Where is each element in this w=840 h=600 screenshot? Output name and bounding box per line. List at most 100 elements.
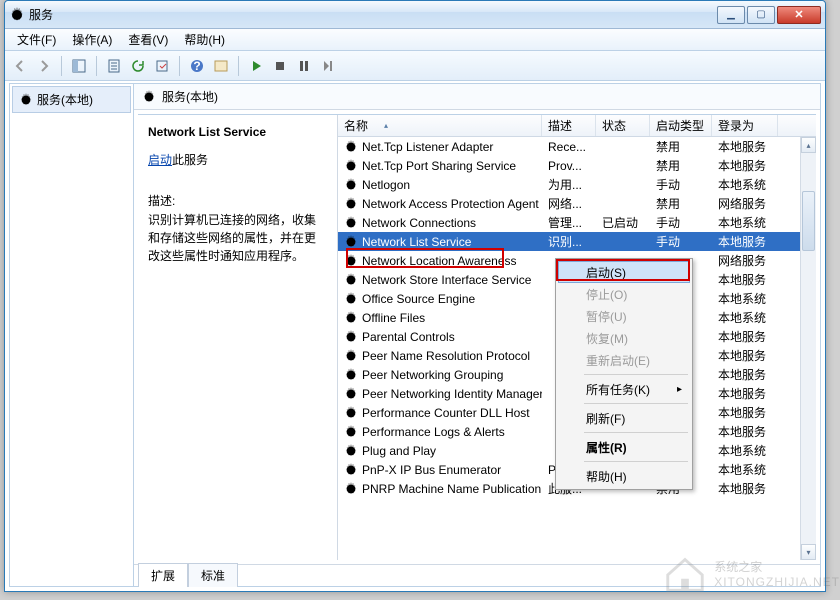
cell-logon: 本地服务 <box>712 366 778 383</box>
help-icon[interactable]: ? <box>186 55 208 77</box>
start-service-icon[interactable] <box>245 55 267 77</box>
tab-extended[interactable]: 扩展 <box>138 563 188 587</box>
restart-service-icon[interactable] <box>317 55 339 77</box>
cell-desc: 管理... <box>542 214 596 231</box>
scroll-thumb[interactable] <box>802 191 815 251</box>
cell-startup: 手动 <box>650 214 712 231</box>
ctx-pause[interactable]: 暂停(U) <box>558 305 690 327</box>
cell-logon: 本地服务 <box>712 138 778 155</box>
cell-name: Performance Counter DLL Host <box>362 406 530 420</box>
gear-icon <box>344 216 358 230</box>
gear-icon <box>344 463 358 477</box>
cell-logon: 本地服务 <box>712 480 778 497</box>
cell-logon: 本地服务 <box>712 385 778 402</box>
nav-back-icon[interactable] <box>9 55 31 77</box>
ctx-all-tasks[interactable]: 所有任务(K) <box>558 378 690 400</box>
gear-icon <box>344 368 358 382</box>
ctx-refresh[interactable]: 刷新(F) <box>558 407 690 429</box>
table-row[interactable]: Network Connections管理...已启动手动本地系统 <box>338 213 816 232</box>
table-row[interactable]: Network Access Protection Agent网络...禁用网络… <box>338 194 816 213</box>
scroll-down-icon[interactable]: ▾ <box>801 544 816 560</box>
gear-icon <box>344 482 358 496</box>
col-desc[interactable]: 描述 <box>542 115 596 136</box>
col-name[interactable]: 名称 <box>338 115 542 136</box>
table-row[interactable]: Network List Service识别...手动本地服务 <box>338 232 816 251</box>
cell-desc: 为用... <box>542 176 596 193</box>
gear-icon <box>344 197 358 211</box>
gear-icon <box>142 90 156 104</box>
table-row[interactable]: Net.Tcp Listener AdapterRece...禁用本地服务 <box>338 137 816 156</box>
ctx-restart[interactable]: 重新启动(E) <box>558 349 690 371</box>
gear-icon <box>344 273 358 287</box>
refresh-icon[interactable] <box>127 55 149 77</box>
cell-startup: 手动 <box>650 176 712 193</box>
nav-forward-icon[interactable] <box>33 55 55 77</box>
cell-name: Peer Networking Grouping <box>362 368 503 382</box>
scroll-up-icon[interactable]: ▴ <box>801 137 816 153</box>
ctx-start[interactable]: 启动(S) <box>558 261 690 283</box>
export-icon[interactable] <box>151 55 173 77</box>
cell-name: Network List Service <box>362 235 471 249</box>
gear-icon <box>344 349 358 363</box>
start-suffix: 此服务 <box>172 153 208 167</box>
cell-startup: 手动 <box>650 233 712 250</box>
cell-logon: 本地服务 <box>712 233 778 250</box>
cell-desc: 网络... <box>542 195 596 212</box>
cell-startup: 禁用 <box>650 195 712 212</box>
ctx-resume[interactable]: 恢复(M) <box>558 327 690 349</box>
cell-logon: 本地服务 <box>712 157 778 174</box>
cell-name: Network Access Protection Agent <box>362 197 539 211</box>
menu-action[interactable]: 操作(A) <box>64 28 120 51</box>
tree-root[interactable]: 服务(本地) <box>12 86 131 113</box>
close-button[interactable] <box>777 6 821 24</box>
cell-name: Plug and Play <box>362 444 436 458</box>
cell-status: 已启动 <box>596 214 650 231</box>
gear-icon <box>344 406 358 420</box>
gear-icon <box>344 159 358 173</box>
export-list-icon[interactable] <box>103 55 125 77</box>
menubar: 文件(F) 操作(A) 查看(V) 帮助(H) <box>5 29 825 51</box>
cell-name: PnP-X IP Bus Enumerator <box>362 463 501 477</box>
col-status[interactable]: 状态 <box>596 115 650 136</box>
titlebar[interactable]: 服务 <box>5 1 825 29</box>
svg-text:?: ? <box>193 59 200 73</box>
table-row[interactable]: Netlogon为用...手动本地系统 <box>338 175 816 194</box>
gear-icon <box>344 235 358 249</box>
stop-service-icon[interactable] <box>269 55 291 77</box>
cell-desc: Prov... <box>542 159 596 173</box>
menu-view[interactable]: 查看(V) <box>120 28 176 51</box>
ctx-stop[interactable]: 停止(O) <box>558 283 690 305</box>
ctx-properties[interactable]: 属性(R) <box>558 436 690 458</box>
context-menu: 启动(S) 停止(O) 暂停(U) 恢复(M) 重新启动(E) 所有任务(K) … <box>555 258 693 490</box>
properties-icon[interactable] <box>210 55 232 77</box>
pause-service-icon[interactable] <box>293 55 315 77</box>
cell-logon: 本地服务 <box>712 347 778 364</box>
start-service-link[interactable]: 启动 <box>148 153 172 167</box>
app-icon <box>9 7 25 23</box>
tab-standard[interactable]: 标准 <box>188 563 238 587</box>
minimize-button[interactable] <box>717 6 745 24</box>
cell-desc: Rece... <box>542 140 596 154</box>
col-logon[interactable]: 登录为 <box>712 115 778 136</box>
show-hide-tree-icon[interactable] <box>68 55 90 77</box>
gear-icon <box>344 444 358 458</box>
cell-logon: 本地服务 <box>712 404 778 421</box>
cell-logon: 本地服务 <box>712 328 778 345</box>
maximize-button[interactable] <box>747 6 775 24</box>
menu-file[interactable]: 文件(F) <box>9 28 64 51</box>
window-title: 服务 <box>29 6 715 23</box>
cell-name: Net.Tcp Port Sharing Service <box>362 159 516 173</box>
cell-name: Netlogon <box>362 178 410 192</box>
right-header-label: 服务(本地) <box>162 88 218 105</box>
cell-logon: 本地系统 <box>712 290 778 307</box>
vertical-scrollbar[interactable]: ▴ ▾ <box>800 137 816 560</box>
cell-logon: 本地系统 <box>712 309 778 326</box>
gear-icon <box>344 387 358 401</box>
ctx-help[interactable]: 帮助(H) <box>558 465 690 487</box>
menu-help[interactable]: 帮助(H) <box>176 28 233 51</box>
table-row[interactable]: Net.Tcp Port Sharing ServiceProv...禁用本地服… <box>338 156 816 175</box>
cell-name: PNRP Machine Name Publication... <box>362 482 542 496</box>
tree-root-label: 服务(本地) <box>37 91 93 108</box>
gear-icon <box>344 254 358 268</box>
col-startup[interactable]: 启动类型 <box>650 115 712 136</box>
